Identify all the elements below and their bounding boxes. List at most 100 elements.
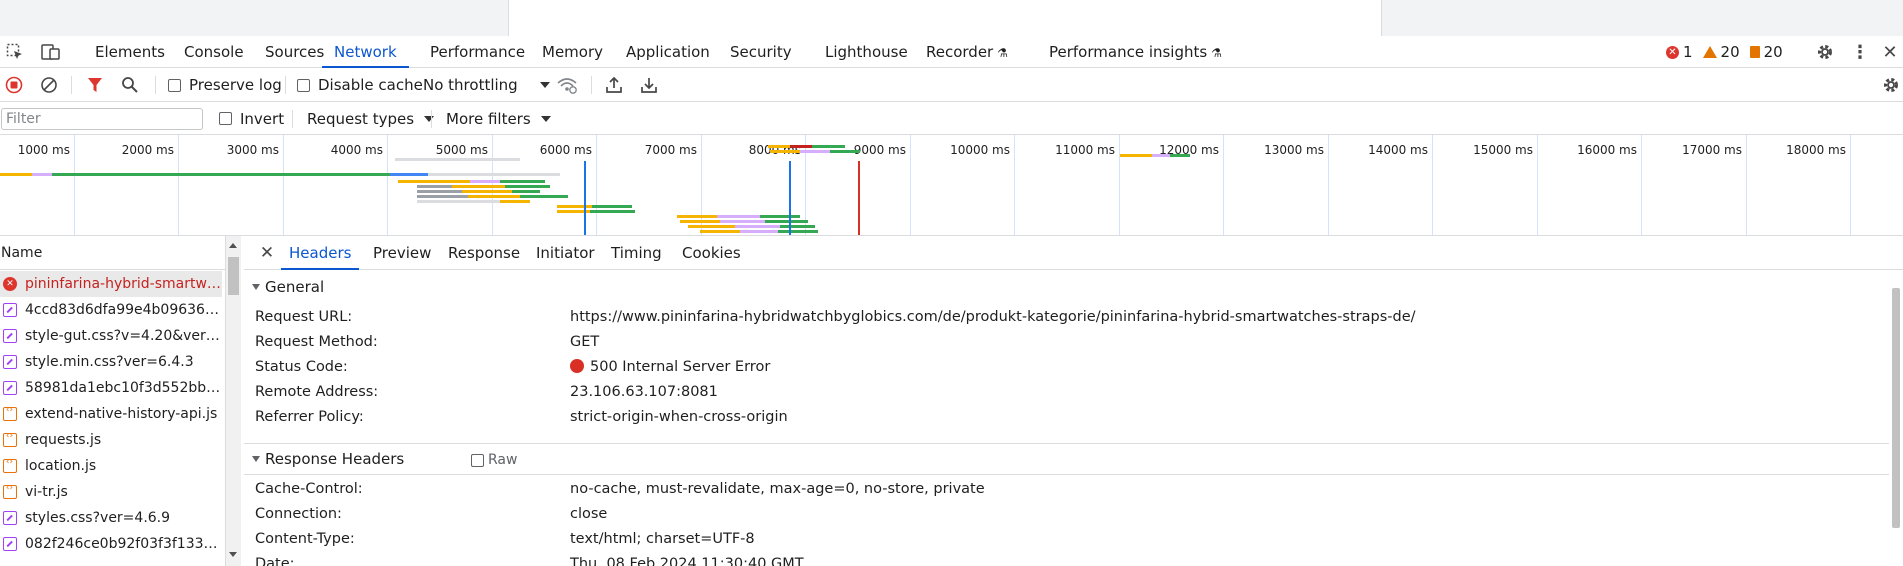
header-value[interactable]: Thu, 08 Feb 2024 11:30:40 GMT [570, 556, 804, 566]
response-header-row: Cache-Control: no-cache, must-revalidate,… [244, 478, 1891, 503]
tab-sources[interactable]: Sources [265, 36, 324, 68]
network-conditions-icon[interactable] [556, 76, 578, 94]
request-types-dropdown[interactable]: Request types [307, 102, 435, 135]
tab-initiator[interactable]: Initiator [536, 236, 595, 270]
export-har-icon[interactable] [640, 76, 658, 94]
request-row[interactable]: extend-native-history-api.js [0, 401, 222, 427]
name-column-header[interactable]: Name [0, 236, 225, 270]
timeline-request-bar [557, 205, 592, 208]
request-row[interactable]: style-gut.css?v=4.20&ver=2... [0, 323, 222, 349]
separator [591, 76, 592, 94]
issue-counters[interactable]: ✕ 1 20 20 [1666, 36, 1783, 68]
close-details-icon[interactable]: ✕ [258, 243, 276, 263]
filter-funnel-icon[interactable] [86, 76, 104, 94]
header-value[interactable]: GET [570, 334, 599, 350]
record-stop-icon[interactable] [5, 76, 23, 94]
tab-performance-insights[interactable]: Performance insights ⚗ [1049, 36, 1222, 68]
scrollbar-thumb[interactable] [228, 257, 239, 295]
error-icon [3, 277, 17, 291]
timeline-grid-line [596, 135, 597, 235]
tab-preview[interactable]: Preview [373, 236, 431, 270]
tab-security[interactable]: Security [730, 36, 792, 68]
close-devtools-icon[interactable]: ✕ [1880, 42, 1900, 63]
response-headers-section-header[interactable]: Response Headers Raw [244, 444, 1891, 474]
request-row[interactable]: vi-tr.js [0, 479, 222, 505]
request-row[interactable]: 4ccd83d6dfa99e4b096368c... [0, 297, 222, 323]
clear-icon[interactable] [40, 76, 58, 94]
search-icon[interactable] [121, 76, 139, 94]
checkbox-box[interactable] [297, 78, 310, 92]
timeline-grid-line [1850, 135, 1851, 235]
request-row[interactable]: styles.css?ver=4.6.9 [0, 505, 222, 531]
tab-application[interactable]: Application [626, 36, 710, 68]
details-scrollbar[interactable] [1889, 280, 1903, 566]
header-key: Content-Type: [255, 531, 355, 547]
device-toolbar-icon[interactable] [40, 42, 62, 62]
detail-tabs: ✕ Headers Preview Response Initiator Tim… [244, 236, 1903, 270]
request-row[interactable]: pininfarina-hybrid-smartwat... [0, 271, 222, 297]
invert-checkbox[interactable]: Invert [219, 102, 284, 135]
request-row[interactable]: 082f246ce0b92f03f3f13333f... [0, 531, 222, 557]
timeline-grid-line [1328, 135, 1329, 235]
header-value[interactable]: 23.106.63.107:8081 [570, 384, 718, 400]
disable-cache-label: Disable cache [318, 76, 423, 94]
checkbox-box[interactable] [168, 78, 181, 92]
timeline-request-bar [800, 150, 830, 153]
more-filters-dropdown[interactable]: More filters [446, 102, 551, 135]
header-value[interactable]: no-cache, must-revalidate, max-age=0, no… [570, 481, 985, 497]
request-row[interactable]: style.min.css?ver=6.4.3 [0, 349, 222, 375]
timeline-request-bar [770, 150, 800, 153]
tab-cookies[interactable]: Cookies [682, 236, 741, 270]
network-overview-timeline[interactable]: 1000 ms 2000 ms 3000 ms 4000 ms 5000 ms 6000 … [0, 135, 1903, 236]
scroll-down-arrow-icon[interactable] [229, 552, 237, 557]
filter-input[interactable] [1, 108, 203, 130]
tab-performance[interactable]: Performance [430, 36, 525, 68]
request-types-label: Request types [307, 109, 415, 128]
header-value[interactable]: strict-origin-when-cross-origin [570, 409, 788, 425]
status-error-dot-icon [570, 359, 584, 373]
header-value[interactable]: close [570, 506, 607, 522]
scrollbar-thumb[interactable] [1892, 288, 1900, 528]
checkbox-box[interactable] [471, 453, 484, 467]
script-file-icon [3, 457, 17, 473]
raw-label: Raw [488, 452, 518, 468]
checkbox-box[interactable] [219, 112, 232, 125]
tab-network[interactable]: Network [322, 36, 409, 68]
timeline-tick-label: 18000 ms [1786, 143, 1846, 157]
timeline-grid-line [1119, 135, 1120, 235]
timeline-grid-line [1014, 135, 1015, 235]
tab-timing[interactable]: Timing [611, 236, 662, 270]
request-row[interactable]: requests.js [0, 427, 222, 453]
preserve-log-checkbox[interactable]: Preserve log [168, 68, 282, 102]
tab-response[interactable]: Response [448, 236, 520, 270]
script-file-icon [3, 405, 17, 421]
header-key: Status Code: [255, 359, 348, 375]
raw-checkbox[interactable]: Raw [471, 452, 517, 468]
network-settings-gear-icon[interactable] [1881, 76, 1901, 94]
tab-headers[interactable]: Headers [281, 236, 360, 270]
request-list-scrollbar[interactable] [226, 236, 241, 566]
inspect-element-icon[interactable] [4, 42, 26, 62]
general-section-header[interactable]: General [244, 272, 1891, 302]
tab-console[interactable]: Console [184, 36, 244, 68]
header-value[interactable]: text/html; charset=UTF-8 [570, 531, 755, 547]
scroll-up-arrow-icon[interactable] [229, 243, 237, 248]
header-value[interactable]: https://www.pininfarina-hybridwatchbyglo… [570, 309, 1416, 325]
import-har-icon[interactable] [605, 76, 623, 94]
request-row[interactable]: 58981da1ebc10f3d552bb31... [0, 375, 222, 401]
tab-recorder[interactable]: Recorder ⚗ [926, 36, 1008, 68]
timeline-tick-label: 2000 ms [121, 143, 174, 157]
request-row[interactable]: location.js [0, 453, 222, 479]
timeline-tick-label: 17000 ms [1682, 143, 1742, 157]
tab-elements[interactable]: Elements [95, 36, 165, 68]
disable-cache-checkbox[interactable]: Disable cache [297, 68, 423, 102]
warning-icon [1702, 46, 1717, 58]
tab-memory[interactable]: Memory [542, 36, 603, 68]
header-key: Cache-Control: [255, 481, 363, 497]
header-value[interactable]: 500 Internal Server Error [570, 359, 770, 375]
timeline-tick-label: 3000 ms [226, 143, 279, 157]
more-options-icon[interactable]: ⋮ [1850, 42, 1870, 63]
settings-gear-icon[interactable] [1814, 42, 1836, 62]
throttling-select[interactable]: No throttling [423, 68, 550, 102]
tab-lighthouse[interactable]: Lighthouse [825, 36, 908, 68]
